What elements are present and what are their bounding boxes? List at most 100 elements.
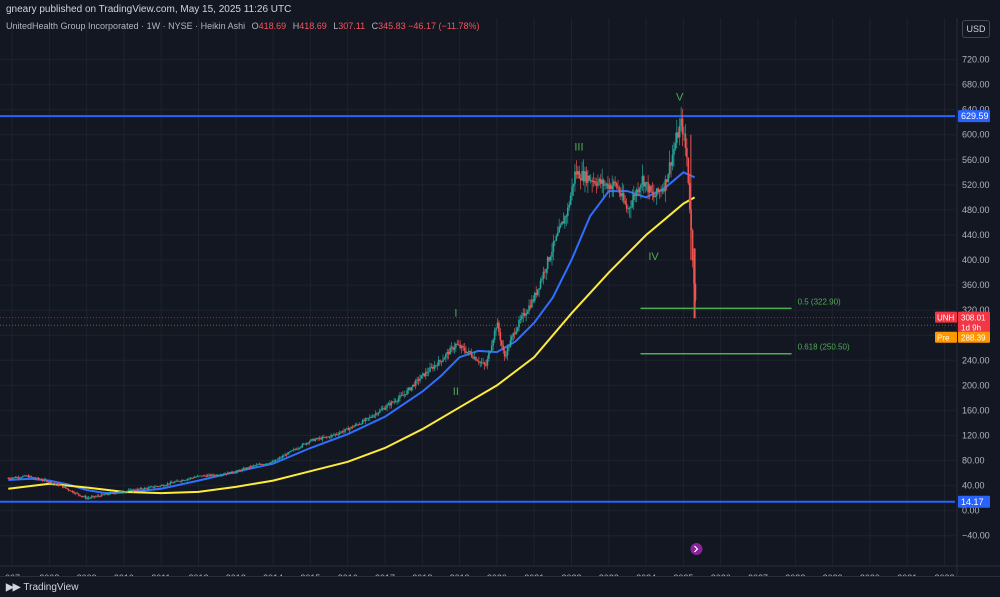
candle-body xyxy=(641,176,644,185)
candle-body xyxy=(311,438,314,440)
candle-body xyxy=(630,206,632,209)
candle-body xyxy=(28,476,31,478)
candle-body xyxy=(313,438,315,441)
candle-body xyxy=(61,485,64,488)
candle-body xyxy=(367,417,370,419)
candle-body xyxy=(228,472,231,474)
candle-body xyxy=(69,490,71,492)
candle-body xyxy=(272,461,275,463)
candle-body xyxy=(171,482,173,484)
candle-body xyxy=(564,216,566,224)
candle-body xyxy=(427,371,430,373)
candle-body xyxy=(304,443,307,445)
candle-body xyxy=(143,487,146,490)
candle-body xyxy=(368,416,371,418)
candle-body xyxy=(665,179,668,183)
ma-blue-line xyxy=(8,171,696,495)
candle-body xyxy=(466,351,469,354)
candle-body xyxy=(380,409,383,411)
candle-body xyxy=(300,446,302,448)
chart-area[interactable]: 720.00 680.00 640.00 600.00 560.00 520.00 480.… xyxy=(0,18,1000,578)
candle-body xyxy=(503,350,506,357)
candle-body xyxy=(599,178,602,184)
candle-body xyxy=(318,437,321,439)
candle-body xyxy=(653,193,655,198)
y-tick-label: 520.00 xyxy=(962,180,990,190)
currency-button[interactable]: USD xyxy=(962,20,990,38)
candle-body xyxy=(175,480,177,482)
candle-body xyxy=(588,175,591,181)
candle-body xyxy=(158,486,160,488)
candle-body xyxy=(50,481,53,484)
candle-body xyxy=(255,464,258,466)
candle-body xyxy=(49,481,51,483)
candle-body xyxy=(645,182,648,184)
price-chart[interactable]: 720.00680.00640.00600.00560.00520.00480.… xyxy=(0,18,1000,578)
candle-body xyxy=(57,483,60,486)
candle-body xyxy=(443,357,446,360)
candle-body xyxy=(571,186,573,196)
candle-body xyxy=(671,154,674,166)
price-tag-value: 1d 9h xyxy=(961,324,981,333)
candle-body xyxy=(191,477,193,479)
candle-body xyxy=(638,188,641,193)
candle-body xyxy=(314,439,317,441)
candle-body xyxy=(211,474,213,476)
candle-body xyxy=(110,492,113,494)
candle-body xyxy=(172,482,175,484)
price-tag-value: 308.01 xyxy=(961,314,986,323)
candle-body xyxy=(226,472,229,475)
candle-body xyxy=(248,466,251,469)
candle-body xyxy=(539,280,542,289)
candle-body xyxy=(660,190,662,192)
candle-body xyxy=(574,171,576,184)
tradingview-logo[interactable]: ▶▶ TradingView xyxy=(6,582,78,593)
candle-body xyxy=(241,469,243,471)
candle-body xyxy=(142,489,144,490)
y-tick-label: 360.00 xyxy=(962,280,990,290)
candle-body xyxy=(290,450,292,452)
candle-body xyxy=(166,483,169,486)
candle-body xyxy=(77,493,80,495)
candle-body xyxy=(442,359,444,362)
candle-body xyxy=(437,360,440,366)
candle-body xyxy=(41,480,44,481)
candle-body xyxy=(393,401,395,403)
candle-body xyxy=(92,496,94,497)
candle-body xyxy=(595,183,598,186)
candle-body xyxy=(129,489,132,491)
candle-body xyxy=(152,486,154,488)
candle-body xyxy=(620,193,622,197)
candle-body xyxy=(8,478,11,479)
candle-body xyxy=(533,292,536,301)
candle-body xyxy=(479,361,482,363)
candle-body xyxy=(635,189,638,197)
candle-body xyxy=(73,492,76,494)
candle-body xyxy=(469,350,472,354)
candle-body xyxy=(447,351,450,355)
candle-body xyxy=(463,347,466,351)
candle-body xyxy=(280,457,282,459)
candle-body xyxy=(605,183,608,185)
candle-body xyxy=(7,478,10,479)
candle-body xyxy=(264,464,266,465)
candle-body xyxy=(201,475,203,477)
candle-body xyxy=(406,390,408,395)
wave-label: IV xyxy=(648,251,659,263)
wave-label: I xyxy=(454,307,457,319)
candle-body xyxy=(518,319,520,328)
candle-body xyxy=(320,437,322,440)
candle-body xyxy=(239,470,242,472)
low-value: 307.11 xyxy=(338,21,366,31)
candle-body xyxy=(407,387,410,391)
candle-body xyxy=(115,493,117,494)
candle-body xyxy=(436,365,439,367)
candle-body xyxy=(305,442,308,445)
candle-body xyxy=(107,494,110,496)
candle-body xyxy=(500,340,503,346)
candle-body xyxy=(257,464,259,466)
candle-body xyxy=(419,378,421,381)
candle-body xyxy=(150,486,153,488)
candle-body xyxy=(136,488,139,491)
candle-body xyxy=(130,489,133,491)
